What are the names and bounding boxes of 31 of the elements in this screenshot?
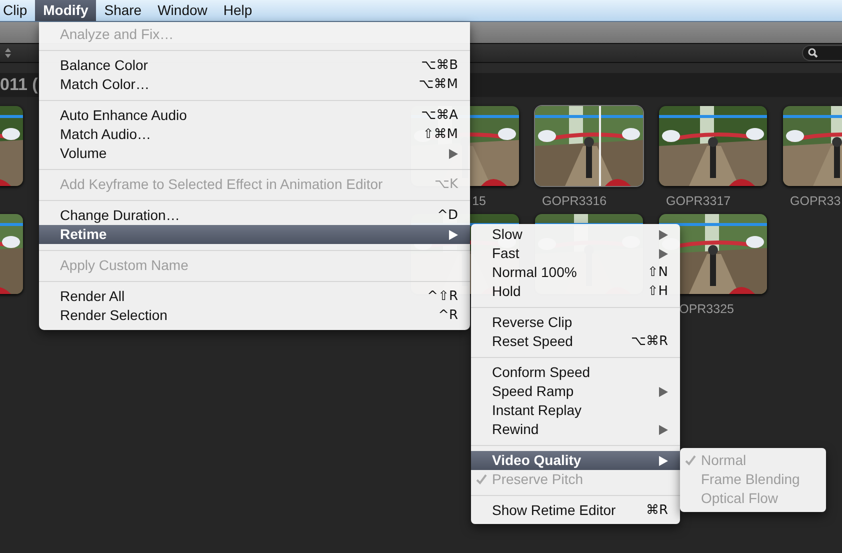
menu-bar-item[interactable]: Help [215,0,260,21]
search-icon [808,48,818,58]
menu-item[interactable]: Render Selection ^R [39,306,470,325]
stepper-icon[interactable] [4,47,12,59]
clip-name: GOPR33 [789,193,842,210]
menu-item[interactable]: Render All ^⇧R [39,287,470,306]
menu-item[interactable]: Change Duration… ^D [39,206,470,225]
menu-item[interactable]: Video Quality [471,451,680,470]
menu-bar-item[interactable]: Share [96,0,150,21]
clip-name: OPR3325 [678,301,735,318]
clip-name: GOPR3316 [541,193,608,210]
menu-item[interactable]: Speed Ramp [471,382,680,401]
clip-name: GOPR3317 [665,193,732,210]
menu-item[interactable]: Show Retime Editor ⌘R [471,501,680,520]
menu-bar-item[interactable]: Clip [0,0,36,21]
menu-item[interactable]: Rewind [471,420,680,439]
menu-bar-item[interactable]: Modify [35,0,96,21]
clip-name: 15 [471,193,487,210]
menu-item[interactable]: Conform Speed [471,363,680,382]
menu-item[interactable]: Match Color… ⌥⌘M [39,75,470,94]
menu-item[interactable]: Balance Color ⌥⌘B [39,56,470,75]
menu-item[interactable]: Reset Speed ⌥⌘R [471,332,680,351]
menu-item[interactable]: Volume [39,144,470,163]
event-title: 011 ( [0,74,38,96]
menu-item[interactable]: Auto Enhance Audio ⌥⌘A [39,106,470,125]
menu-item[interactable]: Instant Replay [471,401,680,420]
menu-item[interactable]: Match Audio… ⇧⌘M [39,125,470,144]
menu-item[interactable]: Retime [39,225,470,244]
menu-bar-item[interactable]: Window [150,0,216,21]
menu-item[interactable]: Reverse Clip [471,313,680,332]
search-field[interactable] [802,45,842,61]
